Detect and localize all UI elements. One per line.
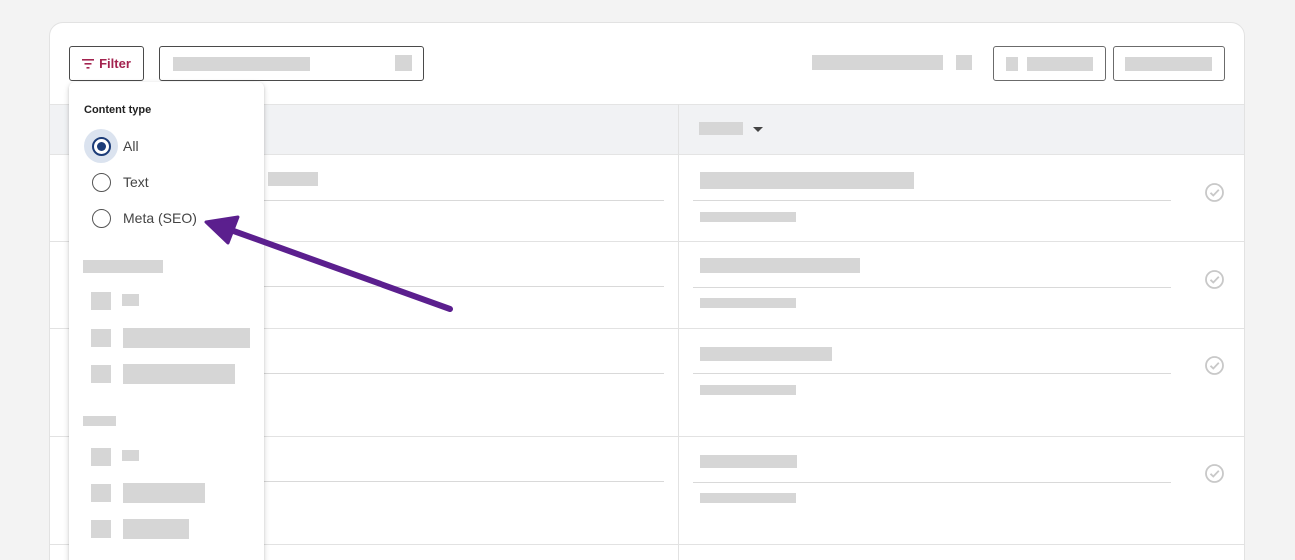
search-input[interactable] [159, 46, 424, 81]
radio-label-all: All [123, 138, 139, 154]
check-circle-icon[interactable] [1204, 182, 1225, 203]
caret-down-icon[interactable] [753, 127, 763, 132]
checkbox-placeholder[interactable] [91, 484, 111, 502]
label-placeholder [123, 483, 205, 503]
section-title-placeholder [83, 260, 163, 273]
search-clear-icon[interactable] [395, 55, 412, 71]
checkbox-placeholder[interactable] [91, 520, 111, 538]
label-placeholder [122, 294, 139, 306]
section-title-placeholder [83, 416, 116, 426]
checkbox-placeholder[interactable] [91, 448, 111, 466]
cell-divider [264, 373, 664, 374]
check-circle-icon[interactable] [1204, 355, 1225, 376]
button-label-placeholder [1027, 57, 1093, 71]
column-divider [678, 104, 679, 560]
radio-focus-halo [84, 129, 118, 163]
filter-button[interactable]: Filter [69, 46, 144, 81]
results-count [812, 55, 943, 70]
radio-label-meta-seo: Meta (SEO) [123, 210, 197, 226]
cell-divider [693, 482, 1171, 483]
filter-icon [82, 58, 95, 69]
check-circle-icon[interactable] [1204, 463, 1225, 484]
cell-placeholder [700, 212, 796, 222]
content-type-title: Content type [84, 104, 152, 116]
radio-option-all[interactable]: All [84, 129, 139, 163]
toolbar-button-2[interactable] [1113, 46, 1225, 81]
cell-placeholder [700, 347, 832, 361]
cell-divider [264, 200, 664, 201]
cell-divider [693, 287, 1171, 288]
radio-button[interactable] [91, 136, 111, 156]
label-placeholder [123, 519, 189, 539]
checkbox-placeholder[interactable] [91, 365, 111, 383]
column-header-placeholder[interactable] [699, 122, 743, 135]
label-placeholder [123, 364, 235, 384]
cell-placeholder [268, 172, 318, 186]
checkbox-placeholder[interactable] [91, 292, 111, 310]
button-label-placeholder [1125, 57, 1212, 71]
radio-focus-halo [84, 201, 118, 235]
filter-button-label: Filter [99, 56, 131, 71]
cell-placeholder [700, 258, 860, 273]
radio-focus-halo [84, 165, 118, 199]
cell-placeholder [700, 385, 796, 395]
radio-option-text[interactable]: Text [84, 167, 149, 197]
cell-divider [264, 286, 664, 287]
checkbox-placeholder[interactable] [91, 329, 111, 347]
radio-option-meta-seo[interactable]: Meta (SEO) [84, 203, 197, 233]
cell-divider [693, 373, 1171, 374]
toolbar-button-1[interactable] [993, 46, 1106, 81]
cell-placeholder [700, 455, 797, 468]
label-placeholder [123, 328, 250, 348]
info-icon[interactable] [956, 55, 972, 70]
cell-placeholder [700, 298, 796, 308]
search-placeholder [173, 57, 310, 71]
label-placeholder [122, 450, 139, 461]
cell-divider [264, 481, 664, 482]
radio-label-text: Text [123, 174, 149, 190]
cell-placeholder [700, 172, 914, 189]
button-icon [1006, 57, 1018, 71]
cell-divider [693, 200, 1171, 201]
cell-placeholder [700, 493, 796, 503]
radio-button[interactable] [91, 208, 111, 228]
radio-button[interactable] [91, 172, 111, 192]
check-circle-icon[interactable] [1204, 269, 1225, 290]
